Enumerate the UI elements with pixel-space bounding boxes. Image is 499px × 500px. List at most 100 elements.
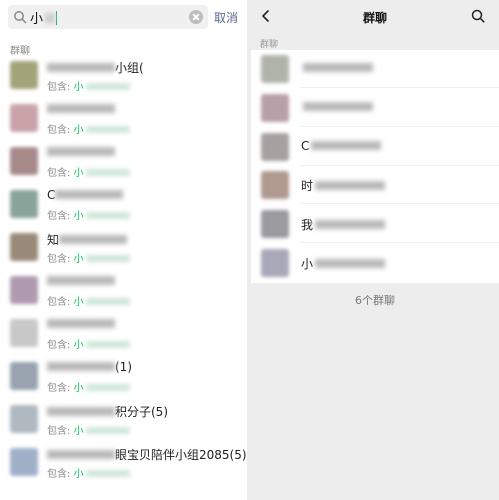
match-label: 包含: [47,383,71,394]
match-info: 包含: 小 [47,422,130,437]
section-label: 群聊 [10,46,30,57]
search-icon[interactable] [471,9,485,23]
list-item[interactable]: 包含: 小 [0,142,247,186]
match-highlight: 小 [73,82,84,93]
list-item[interactable]: 小组( 包含: 小 [0,56,247,100]
match-info: 包含: 小 [47,465,130,480]
group-name: (1) [47,360,132,374]
blurred-text [85,427,130,434]
match-highlight: 小 [73,168,84,179]
match-info: 包含: 小 [47,250,130,265]
list-item[interactable]: 小 [251,244,499,282]
search-input[interactable]: 小 [8,5,208,29]
avatar [261,132,289,161]
section-label: 群聊 [260,40,279,50]
list-item[interactable] [251,50,499,88]
group-name-suffix: (1) [115,360,132,374]
group-name: 积分子(5) [47,403,168,420]
match-label: 包含: [47,340,71,351]
match-highlight: 小 [73,340,84,351]
list-item[interactable]: C [251,128,499,166]
group-name [47,102,115,116]
list-item[interactable]: 包含: 小 [0,99,247,143]
cancel-button[interactable]: 取消 [214,9,238,26]
match-label: 包含: [47,125,71,136]
avatar [10,319,38,347]
avatar [10,362,38,390]
blurred-text [85,341,130,348]
avatar [10,61,38,89]
blurred-text [47,147,115,156]
group-name-prefix: 我 [301,218,314,233]
list-item[interactable]: 包含: 小 [0,271,247,315]
list-item[interactable]: 积分子(5) 包含: 小 [0,400,247,444]
list-item[interactable]: (1) 包含: 小 [0,357,247,401]
match-highlight: 小 [73,469,84,480]
blurred-text [47,362,115,371]
search-icon [14,11,27,24]
match-label: 包含: [47,426,71,437]
list-item[interactable]: 时 [251,166,499,205]
blurred-text [59,235,128,244]
match-highlight: 小 [73,297,84,308]
group-name-suffix: 积分子(5) [115,405,168,419]
avatar [261,55,289,83]
group-name: C [301,139,382,153]
blurred-text [47,319,115,328]
search-query: 小 [30,8,58,27]
group-name: C [47,188,124,202]
avatar [261,93,289,122]
group-name [47,274,115,288]
blurred-text [85,126,130,133]
match-highlight: 小 [73,426,84,437]
search-bar: 小 取消 [0,0,247,36]
blurred-text [47,276,115,285]
match-label: 包含: [47,82,71,93]
group-name-prefix: 知 [47,233,60,247]
blurred-text [303,101,373,111]
nav-bar: 群聊 [251,0,499,34]
blurred-text [315,259,386,268]
match-info: 包含: 小 [47,164,130,179]
blurred-text [47,407,115,416]
list-item[interactable] [251,89,499,127]
blurred-text [47,63,115,72]
list-item[interactable]: 眼宝贝陪伴小组2085(5) 包含: 小 [0,443,247,487]
blurred-text [311,140,382,150]
blurred-text [85,298,130,305]
group-list-panel: 群聊 群聊 C 时我小 6个群聊 [251,0,499,500]
page-title: 群聊 [362,11,387,25]
blurred-text [85,169,130,176]
search-results-panel: 小 取消 群聊 小组(包含: 小包含: 小包含: 小 C 包含: 小知包含: 小包含… [0,0,247,500]
list-item[interactable]: C 包含: 小 [0,185,247,229]
avatar [10,405,38,433]
group-name: 眼宝贝陪伴小组2085(5) [47,446,247,463]
group-name: 小组( [47,59,144,76]
blurred-text [45,13,56,23]
list-item[interactable]: 我 [251,205,499,244]
match-label: 包含: [47,168,71,179]
match-info: 包含: 小 [47,78,130,93]
match-info: 包含: 小 [47,121,130,136]
group-name-prefix: C [47,188,56,202]
blurred-text [303,63,373,72]
list-item[interactable]: 包含: 小 [0,314,247,358]
group-name [47,145,115,159]
match-highlight: 小 [73,254,84,265]
match-label: 包含: [47,211,71,222]
avatar [10,147,38,175]
list-item[interactable]: 知包含: 小 [0,228,247,272]
group-name [301,100,373,114]
group-name: 时 [301,177,386,194]
clear-icon[interactable] [189,10,203,24]
blurred-text [85,83,130,90]
avatar [10,276,38,304]
group-name-suffix: 小组( [115,61,144,75]
blurred-text [47,450,115,459]
match-info: 包含: 小 [47,336,130,351]
avatar [10,190,38,218]
blurred-text [47,104,115,113]
match-label: 包含: [47,469,71,480]
match-highlight: 小 [73,383,84,394]
match-info: 包含: 小 [47,293,130,308]
